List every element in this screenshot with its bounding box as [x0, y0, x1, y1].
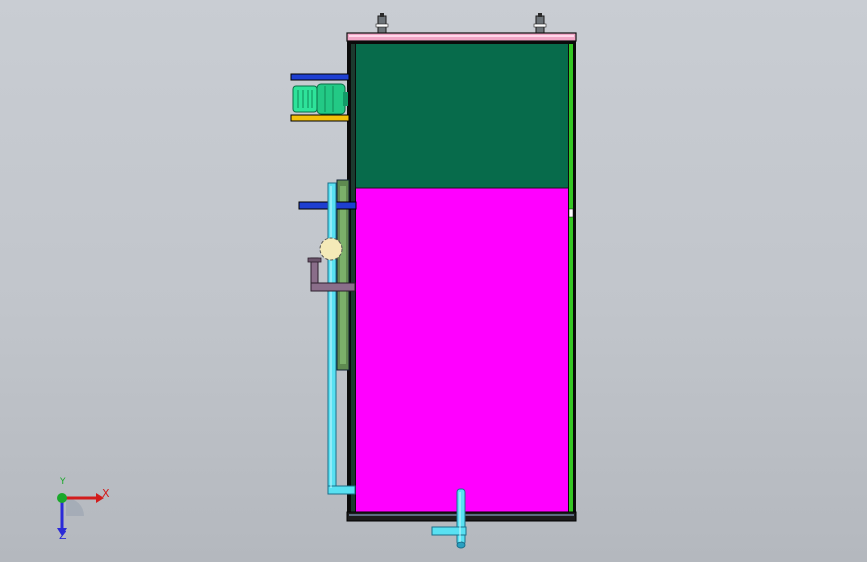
triad-z-label: Z — [59, 529, 67, 542]
lifting-lug-right[interactable] — [533, 13, 547, 35]
left-inner-strip — [351, 44, 355, 512]
right-strip[interactable] — [569, 44, 573, 512]
triad-x-label: X — [102, 487, 110, 500]
coordinate-triad: X Y Z — [48, 477, 118, 550]
lifting-lug-left[interactable] — [375, 13, 389, 35]
triad-y-label: Y — [60, 477, 66, 487]
motor-bracket-top[interactable] — [290, 73, 350, 81]
motor[interactable] — [292, 83, 348, 115]
motor-bracket-bottom[interactable] — [290, 114, 350, 122]
valve[interactable] — [319, 237, 343, 261]
upper-chamber[interactable] — [356, 44, 568, 188]
right-strip-clip — [568, 208, 574, 218]
3d-viewport[interactable]: X Y Z — [0, 0, 867, 562]
tank-assembly-model[interactable] — [0, 0, 867, 562]
lower-chamber[interactable] — [356, 188, 568, 513]
top-rail-highlight — [349, 35, 574, 37]
y-axis-dot — [57, 493, 67, 503]
